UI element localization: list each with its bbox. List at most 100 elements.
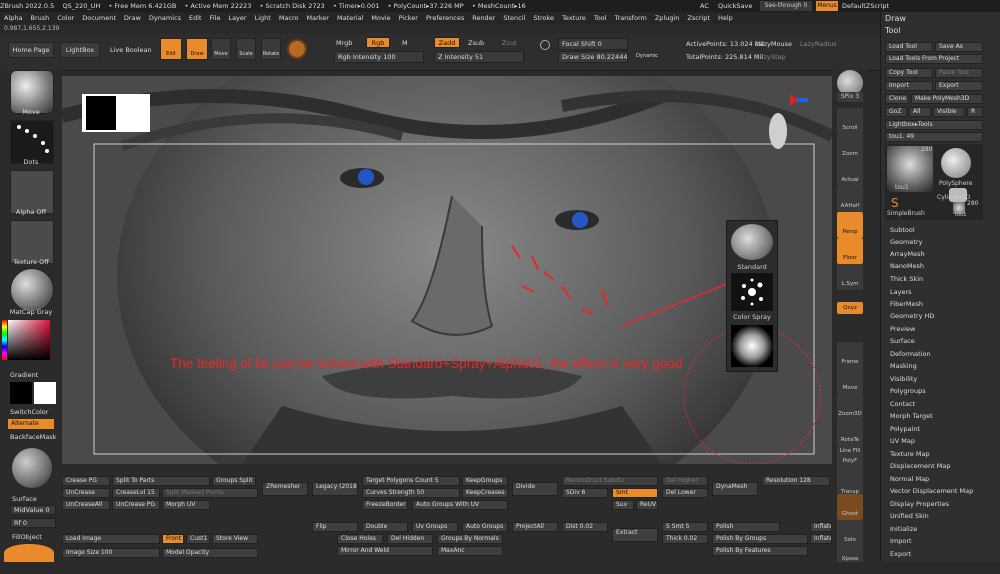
keep-groups-button[interactable]: KeepGroups xyxy=(462,476,508,486)
zadd-button[interactable]: Zadd xyxy=(434,37,460,48)
rotate-mode-button[interactable]: Rotate xyxy=(261,38,281,60)
backface-mask-button[interactable]: BackfaceMask xyxy=(10,433,56,441)
menu-initialize[interactable]: Initialize xyxy=(890,525,917,533)
standard-brush-icon[interactable] xyxy=(731,224,773,260)
zremesher-button[interactable]: ZRemesher xyxy=(262,482,308,496)
project-all-button[interactable]: ProjectAll xyxy=(512,522,558,532)
lazy-radius-slider[interactable]: LazyRadius xyxy=(800,40,837,48)
m-button[interactable]: M xyxy=(402,39,408,47)
menu-nanomesh[interactable]: NanoMesh xyxy=(890,262,924,270)
menu-preview[interactable]: Preview xyxy=(890,325,915,333)
ghost-icon[interactable]: Ghost xyxy=(837,494,863,520)
tool-palette-title[interactable]: Tool xyxy=(885,26,901,35)
menu-polypaint[interactable]: Polypaint xyxy=(890,425,920,433)
menu-zplugin[interactable]: Zplugin xyxy=(651,12,684,24)
menu-arraymesh[interactable]: ArrayMesh xyxy=(890,250,925,258)
menu-layer[interactable]: Layer xyxy=(224,12,250,24)
menu-texture-map[interactable]: Texture Map xyxy=(890,450,930,458)
menu-tool[interactable]: Tool xyxy=(590,12,611,24)
menu-displacement-map[interactable]: Displacement Map xyxy=(890,462,950,470)
simplebrush-icon[interactable]: S xyxy=(891,196,907,210)
zsub-button[interactable]: Zsub xyxy=(468,39,484,47)
curves-strength-slider[interactable]: Curves Strength 50 xyxy=(362,488,460,498)
crease-lvl-slider[interactable]: CreaseLvl 15 xyxy=(112,488,160,498)
draw-size-slider[interactable]: Draw Size 80.22444 xyxy=(558,51,628,63)
lightbox-tools-button[interactable]: Lightbox▸Tools xyxy=(885,120,983,130)
flip-button[interactable]: Flip xyxy=(312,522,358,532)
split-to-parts-button[interactable]: Split To Parts xyxy=(112,476,210,486)
menu-geometry-hd[interactable]: Geometry HD xyxy=(890,312,934,320)
spix-slider[interactable]: SPix 3 xyxy=(837,92,863,102)
menus-button[interactable]: Menus xyxy=(816,1,838,11)
max-angle-slider[interactable]: MaxAnc xyxy=(437,546,503,556)
uncrease-button[interactable]: UnCrease xyxy=(62,488,110,498)
cust1-button[interactable]: Cust1 xyxy=(186,534,210,544)
close-holes-button[interactable]: Close Holes xyxy=(337,534,383,544)
del-lower-button[interactable]: Del Lower xyxy=(662,488,708,498)
menu-zscript[interactable]: Zscript xyxy=(683,12,714,24)
goz-button[interactable]: GoZ xyxy=(885,107,907,117)
color-spray-stroke-icon[interactable] xyxy=(731,273,773,311)
rgb-intensity-slider[interactable]: Rgb Intensity 100 xyxy=(334,51,424,63)
smt-button[interactable]: Smt xyxy=(612,488,658,498)
scale-mode-button[interactable]: Scale xyxy=(236,38,256,60)
move-view-icon[interactable]: Move xyxy=(837,368,863,394)
main-color-swatch[interactable] xyxy=(10,382,32,404)
menu-layers[interactable]: Layers xyxy=(890,288,912,296)
rgb-button[interactable]: Rgb xyxy=(366,37,390,48)
quicksave-button[interactable]: QuickSave xyxy=(718,2,752,10)
rf-slider[interactable]: Rf 0 xyxy=(10,518,56,528)
surface-button[interactable]: Surface xyxy=(12,495,37,503)
auto-groups-button[interactable]: Auto Groups xyxy=(462,522,508,532)
del-hidden-button[interactable]: Del Hidden xyxy=(387,534,433,544)
aahalf-icon[interactable]: AAHalf xyxy=(837,186,863,212)
menu-help[interactable]: Help xyxy=(714,12,737,24)
divide-button[interactable]: Divide xyxy=(512,482,558,496)
scroll-icon[interactable]: Scroll xyxy=(837,108,863,134)
mrgb-button[interactable]: Mrgb xyxy=(336,39,352,47)
menu-subtool[interactable]: Subtool xyxy=(890,226,915,234)
keep-creases-button[interactable]: KeepCreases xyxy=(462,488,508,498)
gradient-button[interactable]: Gradient xyxy=(10,371,38,379)
mid-value-slider[interactable]: MidValue 0 xyxy=(10,505,56,515)
ac-button[interactable]: AC xyxy=(700,2,709,10)
solo-icon[interactable]: Solo xyxy=(837,520,863,546)
copy-tool-button[interactable]: Copy Tool xyxy=(885,68,933,78)
image-size-slider[interactable]: Image Size 100 xyxy=(62,548,160,558)
menu-visibility[interactable]: Visibility xyxy=(890,375,917,383)
menu-masking[interactable]: Masking xyxy=(890,362,917,370)
menu-transform[interactable]: Transform xyxy=(611,12,651,24)
alpha01-icon[interactable] xyxy=(731,325,773,367)
menu-normal-map[interactable]: Normal Map xyxy=(890,475,929,483)
save-as-button[interactable]: Save As xyxy=(935,42,983,52)
switch-color-button[interactable]: SwitchColor xyxy=(10,408,48,416)
menu-picker[interactable]: Picker xyxy=(395,12,422,24)
load-tool-button[interactable]: Load Tool xyxy=(885,42,933,52)
menu-macro[interactable]: Macro xyxy=(275,12,303,24)
menu-draw[interactable]: Draw xyxy=(120,12,145,24)
canvas-viewport[interactable]: The feeling of lie can be solved with St… xyxy=(62,76,832,464)
store-view-button[interactable]: Store View xyxy=(212,534,258,544)
clone-button[interactable]: Clone xyxy=(885,94,909,104)
fill-object-button[interactable]: FillObject xyxy=(12,533,42,541)
menu-deformation[interactable]: Deformation xyxy=(890,350,931,358)
menu-fibermesh[interactable]: FiberMesh xyxy=(890,300,923,308)
secondary-color-swatch[interactable] xyxy=(34,382,56,404)
lightbox-button[interactable]: LightBox xyxy=(60,42,100,58)
freeze-border-button[interactable]: FreezeBorder xyxy=(362,500,408,510)
uncrease-pg-button[interactable]: UnCrease PG xyxy=(112,500,160,510)
lsym-icon[interactable]: L.Sym xyxy=(837,264,863,290)
split-masked-button[interactable]: Split Masked Points xyxy=(162,488,258,498)
polish-by-features-slider[interactable]: Polish By Features xyxy=(712,546,808,556)
frame-icon[interactable]: Frame xyxy=(837,342,863,368)
goz-r-button[interactable]: R xyxy=(967,107,983,117)
menu-stroke[interactable]: Stroke xyxy=(529,12,558,24)
rotate-view-icon[interactable]: RotaTe xyxy=(837,420,863,446)
paste-tool-button[interactable]: Paste Tool xyxy=(935,68,983,78)
menu-preferences[interactable]: Preferences xyxy=(422,12,468,24)
del-higher-button[interactable]: Del Higher xyxy=(662,476,708,486)
menu-surface[interactable]: Surface xyxy=(890,337,915,345)
z-intensity-slider[interactable]: Z Intensity 51 xyxy=(434,51,524,63)
tool-index-slider[interactable]: tou1. 49 xyxy=(885,132,983,142)
zoom-icon[interactable]: Zoom xyxy=(837,134,863,160)
